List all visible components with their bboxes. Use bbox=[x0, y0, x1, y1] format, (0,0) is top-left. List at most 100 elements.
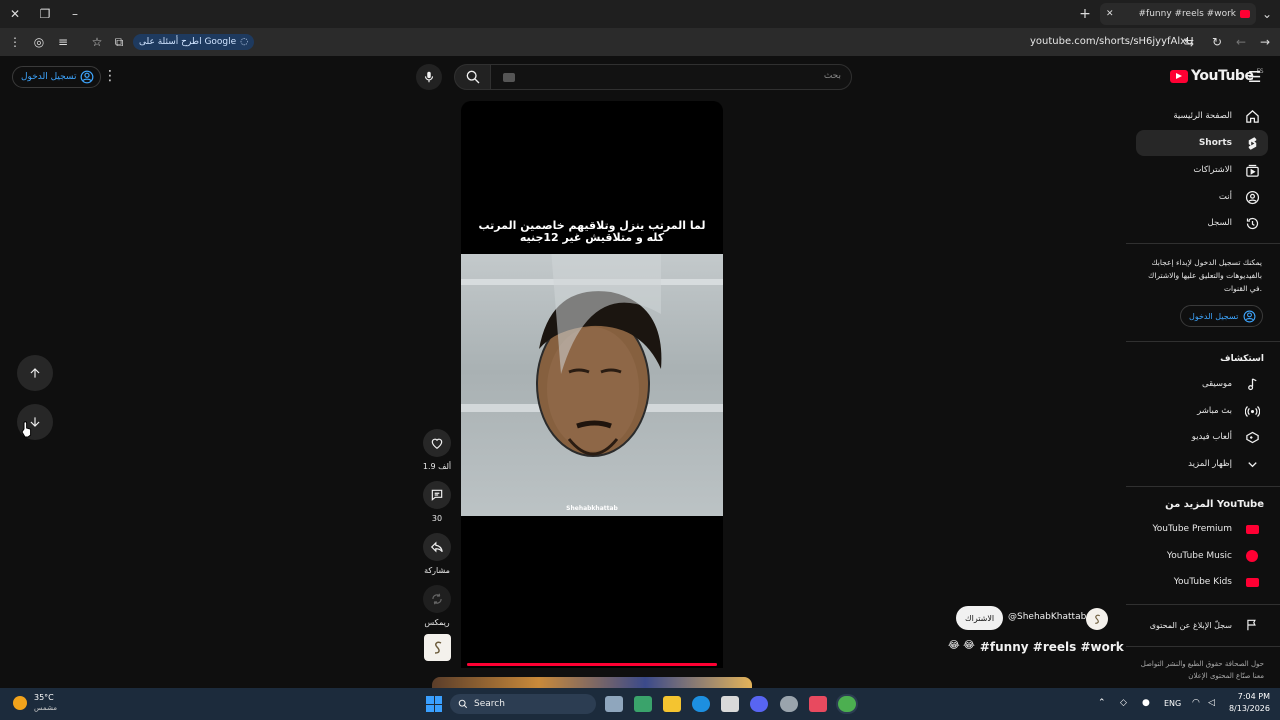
subscriptions-icon bbox=[1244, 162, 1260, 178]
signin-label: تسجيل الدخول bbox=[21, 72, 77, 82]
url-field[interactable]: youtube.com/shorts/sH6jyyfAlxU bbox=[1030, 36, 1193, 47]
share-label: مشاركة bbox=[424, 566, 450, 575]
sound-thumbnail[interactable] bbox=[424, 634, 451, 661]
sidebar-item-subscriptions[interactable]: الاشتراكات bbox=[1136, 157, 1268, 183]
sidebar-item-gaming[interactable]: ألعاب فيديو bbox=[1136, 424, 1268, 450]
weather-sun-icon[interactable] bbox=[13, 696, 27, 710]
share-icon bbox=[430, 541, 443, 553]
restore-window-icon[interactable]: ❐ bbox=[36, 5, 54, 23]
sidebar-divider bbox=[1126, 341, 1280, 342]
sidebar-item-home[interactable]: الصفحة الرئيسية bbox=[1136, 103, 1268, 129]
channel-handle[interactable]: @ShehabKhattab bbox=[1008, 612, 1086, 622]
ask-google-chip[interactable]: اطرح أسئلة على Google ◌ bbox=[133, 34, 255, 50]
browser-menu-icon[interactable]: ⋮ bbox=[6, 33, 24, 51]
channel-logo-icon bbox=[434, 641, 441, 654]
settings-more-icon[interactable]: ⋮ bbox=[103, 68, 117, 84]
sidebar-item-report-history[interactable]: سجلّ الإبلاغ عن المحتوى bbox=[1136, 612, 1268, 638]
youtube-music-icon bbox=[1244, 548, 1260, 564]
sidebar-item-label: السجل bbox=[1207, 218, 1232, 228]
discord-icon[interactable] bbox=[750, 696, 768, 712]
sidebar-item-label: YouTube Premium bbox=[1152, 524, 1232, 534]
sidebar-item-shorts[interactable]: Shorts bbox=[1136, 130, 1268, 156]
video-title: 😂 😂 #funny #reels #work bbox=[948, 640, 1124, 654]
title-emoji: 😂 😂 bbox=[948, 640, 975, 651]
edge-icon[interactable] bbox=[692, 696, 710, 712]
task-view-icon[interactable] bbox=[605, 696, 623, 712]
show-hidden-icons[interactable]: ⌃ bbox=[1098, 698, 1106, 708]
close-window-icon[interactable]: ✕ bbox=[6, 5, 24, 23]
reading-mode-icon[interactable]: ≡ bbox=[54, 33, 72, 51]
previous-video-button[interactable] bbox=[17, 355, 53, 391]
home-icon bbox=[1244, 108, 1260, 124]
taskbar-search[interactable]: Search bbox=[450, 694, 596, 714]
store-icon[interactable] bbox=[721, 696, 739, 712]
file-explorer-icon[interactable] bbox=[663, 696, 681, 712]
chrome-icon[interactable] bbox=[838, 696, 856, 712]
youtube-kids-icon bbox=[1244, 574, 1260, 590]
history-icon bbox=[1244, 215, 1260, 231]
like-button[interactable] bbox=[423, 429, 451, 457]
tab-search-icon[interactable]: ⌄ bbox=[1258, 5, 1276, 23]
channel-logo-icon bbox=[1094, 614, 1100, 624]
remix-button[interactable] bbox=[423, 585, 451, 613]
browser-tab[interactable]: ✕ #funny #reels #work bbox=[1100, 3, 1256, 25]
sidebar-item-history[interactable]: السجل bbox=[1136, 210, 1268, 236]
language-indicator[interactable]: ENG bbox=[1164, 699, 1181, 708]
sidebar-item-music[interactable]: موسيقى bbox=[1136, 371, 1268, 397]
minimize-window-icon[interactable]: – bbox=[66, 5, 84, 23]
voice-search-button[interactable] bbox=[416, 64, 442, 90]
title-text: #funny #reels #work bbox=[979, 640, 1124, 654]
app-icon[interactable] bbox=[780, 696, 798, 712]
network-icon[interactable]: ◇ bbox=[1120, 698, 1127, 708]
google-chip-label: اطرح أسئلة على Google bbox=[139, 37, 237, 47]
sidebar-divider bbox=[1126, 646, 1280, 647]
lens-icon: ◌ bbox=[240, 37, 249, 47]
search-placeholder: بحث bbox=[823, 71, 841, 81]
forward-icon[interactable]: ← bbox=[1232, 33, 1250, 51]
new-tab-button[interactable]: + bbox=[1076, 5, 1094, 23]
share-button[interactable] bbox=[423, 533, 451, 561]
site-settings-icon[interactable]: ⇆ bbox=[1180, 33, 1198, 51]
video-thumbnail-image bbox=[461, 254, 723, 457]
volume-icon[interactable]: ◁ bbox=[1208, 698, 1215, 708]
pocket-icon[interactable] bbox=[809, 696, 827, 712]
subscribe-button[interactable]: الاشتراك bbox=[956, 606, 1004, 630]
channel-avatar[interactable] bbox=[1086, 608, 1108, 630]
sidebar-item-live[interactable]: بث مباشر bbox=[1136, 398, 1268, 424]
footer-links[interactable]: حول الصحافة حقوق الطبع والنشر التواصل مع… bbox=[1140, 658, 1264, 682]
guide-menu-icon[interactable]: ☰ bbox=[1248, 68, 1261, 86]
next-short-preview[interactable] bbox=[432, 677, 752, 688]
search-input[interactable]: بحث bbox=[490, 64, 852, 90]
wifi-icon[interactable]: ◠ bbox=[1192, 698, 1200, 708]
sidebar-signin-button[interactable]: تسجيل الدخول bbox=[1180, 305, 1264, 327]
sidebar-item-youtube-kids[interactable]: YouTube Kids bbox=[1136, 569, 1268, 595]
video-caption: لما المرتب ينزل وتلاقيهم خاصمين المرتب ك… bbox=[478, 219, 706, 244]
sidebar-item-label: سجلّ الإبلاغ عن المحتوى bbox=[1149, 620, 1232, 630]
signin-button-header[interactable]: تسجيل الدخول bbox=[12, 66, 102, 88]
back-icon[interactable]: → bbox=[1256, 33, 1274, 51]
sidebar-show-more[interactable]: إظهار المزيد bbox=[1136, 451, 1268, 477]
arrow-up-icon bbox=[30, 368, 40, 378]
comments-button[interactable] bbox=[423, 481, 451, 509]
install-app-icon[interactable]: ⧉ bbox=[110, 33, 128, 51]
sidebar-item-youtube-music[interactable]: YouTube Music bbox=[1136, 543, 1268, 569]
windows-start-icon[interactable] bbox=[426, 696, 442, 712]
sidebar-divider bbox=[1126, 604, 1280, 605]
clock-date[interactable]: 8/13/2026 bbox=[1224, 704, 1270, 713]
sidebar-item-label: إظهار المزيد bbox=[1188, 459, 1232, 469]
reload-icon[interactable]: ↻ bbox=[1208, 33, 1226, 51]
clock-time[interactable]: 7:04 PM bbox=[1230, 692, 1270, 701]
profile-icon[interactable]: ◎ bbox=[30, 33, 48, 51]
microphone-tray-icon[interactable]: ● bbox=[1142, 698, 1150, 708]
bookmark-star-icon[interactable]: ☆ bbox=[88, 33, 106, 51]
keyboard-icon[interactable] bbox=[503, 73, 515, 82]
sidebar-item-label: بث مباشر bbox=[1197, 406, 1232, 416]
search-button[interactable] bbox=[454, 64, 492, 90]
youtube-favicon bbox=[1240, 10, 1250, 18]
widgets-icon[interactable] bbox=[634, 696, 652, 712]
sidebar-item-youtube-premium[interactable]: YouTube Premium bbox=[1136, 516, 1268, 542]
sidebar-item-you[interactable]: أنت bbox=[1136, 184, 1268, 210]
tab-close-icon[interactable]: ✕ bbox=[1106, 9, 1114, 19]
shorts-icon bbox=[1244, 135, 1260, 151]
live-icon bbox=[1244, 403, 1260, 419]
